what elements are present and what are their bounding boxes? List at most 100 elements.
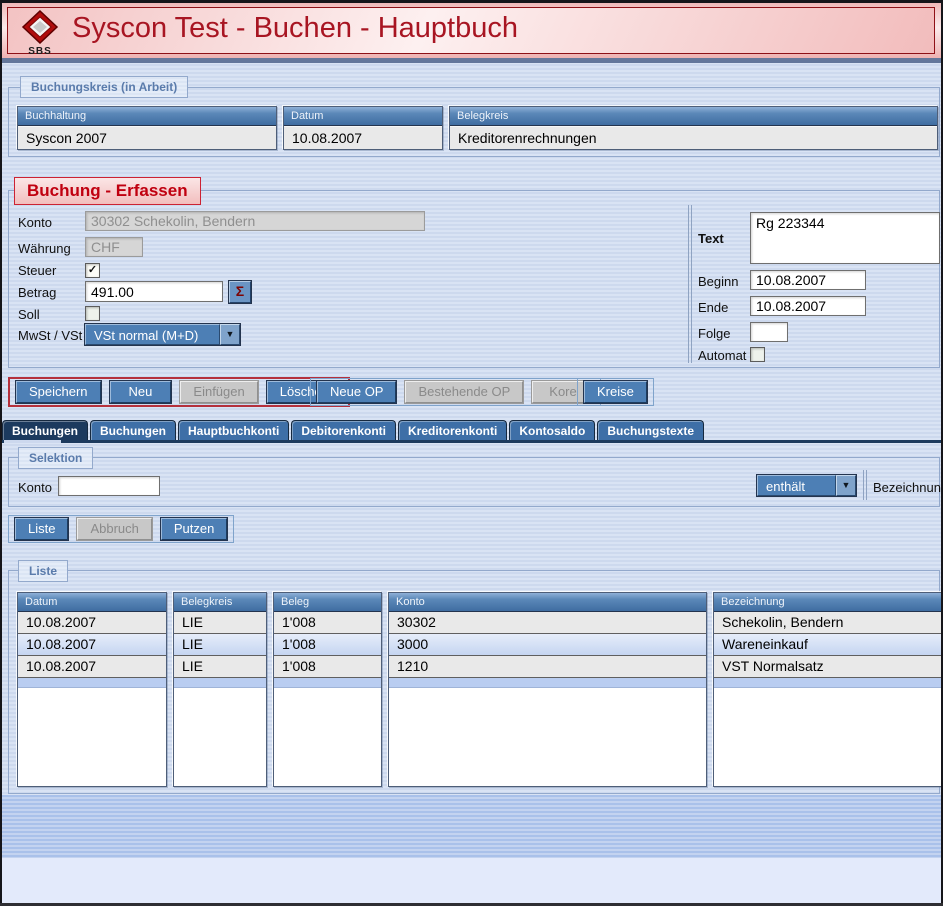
chevron-down-icon: ▼ — [226, 329, 235, 339]
mwst-dropdown-button[interactable]: ▼ — [220, 324, 240, 345]
bottom-striped-band — [0, 795, 943, 858]
table-row[interactable]: 10.08.2007 — [18, 656, 166, 678]
folge-label: Folge — [698, 326, 731, 341]
table-row-empty — [174, 678, 266, 688]
chevron-down-icon[interactable]: ▼ — [836, 475, 856, 496]
table-row[interactable]: 1'008 — [274, 634, 381, 656]
liste-konto-column: Konto 30302 3000 1210 — [388, 592, 707, 787]
neue-op-button[interactable]: Neue OP — [317, 381, 396, 403]
liste-datum-header[interactable]: Datum — [18, 593, 166, 612]
buchhaltung-column: Buchhaltung Syscon 2007 — [17, 106, 277, 150]
belegkreis-column: Belegkreis Kreditorenrechnungen — [449, 106, 938, 150]
automat-label: Automat — [698, 348, 746, 363]
buchhaltung-header: Buchhaltung — [18, 107, 276, 126]
waehrung-label: Währung — [18, 241, 71, 256]
table-row[interactable]: Wareneinkauf — [714, 634, 943, 656]
table-row[interactable]: LIE — [174, 612, 266, 634]
match-mode-dropdown[interactable]: enthält ▼ — [757, 475, 856, 496]
form-divider — [688, 205, 692, 363]
table-row-empty — [389, 678, 706, 688]
window-border-left — [0, 0, 2, 906]
table-row-empty — [18, 678, 166, 688]
tab-buchungen[interactable]: Buchungen — [90, 420, 176, 441]
konto-label: Konto — [18, 215, 52, 230]
application-window: SBS Syscon Test - Buchen - Hauptbuch Buc… — [0, 0, 943, 906]
text-label: Text — [698, 231, 724, 246]
list-actions-group: Liste Abbruch Putzen — [8, 515, 234, 543]
liste-button[interactable]: Liste — [15, 518, 68, 540]
sbs-logo-icon: SBS — [16, 10, 64, 54]
betrag-field[interactable] — [85, 281, 223, 302]
tab-bar: Buchungen Buchungen Hauptbuchkonti Debit… — [2, 420, 704, 441]
datum-header: Datum — [284, 107, 442, 126]
selektion-legend: Selektion — [18, 447, 93, 469]
tab-buchungstexte[interactable]: Buchungstexte — [597, 420, 704, 441]
liste-bezeichnung-column: Bezeichnung Schekolin, Bendern Wareneink… — [713, 592, 943, 787]
tab-underline — [0, 440, 943, 443]
table-row[interactable]: LIE — [174, 634, 266, 656]
table-row[interactable]: 1'008 — [274, 612, 381, 634]
table-row[interactable]: VST Normalsatz — [714, 656, 943, 678]
liste-konto-header[interactable]: Konto — [389, 593, 706, 612]
mwst-dropdown[interactable]: VSt normal (M+D) ▼ — [85, 324, 240, 345]
tab-hauptbuchkonti[interactable]: Hauptbuchkonti — [178, 420, 289, 441]
ende-label: Ende — [698, 300, 728, 315]
page-title: Syscon Test - Buchen - Hauptbuch — [72, 12, 518, 45]
table-row[interactable]: 10.08.2007 — [18, 634, 166, 656]
table-row[interactable]: 3000 — [389, 634, 706, 656]
text-field[interactable]: Rg 223344 — [750, 212, 940, 264]
steuer-label: Steuer — [18, 263, 56, 278]
soll-checkbox[interactable] — [85, 306, 100, 321]
ende-field[interactable] — [750, 296, 866, 316]
betrag-label: Betrag — [18, 285, 56, 300]
sigma-icon: Σ — [236, 283, 244, 299]
abbruch-button[interactable]: Abbruch — [77, 518, 151, 540]
buchungskreis-legend: Buchungskreis (in Arbeit) — [20, 76, 188, 98]
table-row[interactable]: 1210 — [389, 656, 706, 678]
bezeichnung-label: Bezeichnung — [873, 480, 943, 495]
tab-debitorenkonti[interactable]: Debitorenkonti — [291, 420, 396, 441]
match-mode-value: enthält — [757, 475, 836, 496]
einfuegen-button[interactable]: Einfügen — [180, 381, 257, 403]
table-row[interactable]: 1'008 — [274, 656, 381, 678]
selektion-konto-field[interactable] — [58, 476, 160, 496]
table-row[interactable]: Schekolin, Bendern — [714, 612, 943, 634]
liste-legend: Liste — [18, 560, 68, 582]
bottom-footer-band — [0, 858, 943, 903]
automat-checkbox[interactable] — [750, 347, 765, 362]
table-row[interactable]: 30302 — [389, 612, 706, 634]
waehrung-field[interactable] — [85, 237, 143, 257]
belegkreis-header: Belegkreis — [450, 107, 937, 126]
tab-kontosaldo[interactable]: Kontosaldo — [509, 420, 595, 441]
bestehende-op-button[interactable]: Bestehende OP — [405, 381, 523, 403]
beginn-field[interactable] — [750, 270, 866, 290]
neu-button[interactable]: Neu — [110, 381, 172, 403]
liste-belegkreis-column: Belegkreis LIE LIE LIE — [173, 592, 267, 787]
sum-button[interactable]: Σ — [229, 281, 251, 303]
konto-field[interactable] — [85, 211, 425, 231]
speichern-button[interactable]: Speichern — [16, 381, 101, 403]
datum-value: 10.08.2007 — [284, 126, 442, 149]
liste-beleg-column: Beleg 1'008 1'008 1'008 — [273, 592, 382, 787]
liste-bezeichnung-header[interactable]: Bezeichnung — [714, 593, 943, 612]
putzen-button[interactable]: Putzen — [161, 518, 227, 540]
tab-buchungen-active[interactable]: Buchungen — [2, 420, 88, 441]
app-header-panel: SBS Syscon Test - Buchen - Hauptbuch — [7, 7, 935, 54]
folge-field[interactable] — [750, 322, 788, 342]
table-row[interactable]: 10.08.2007 — [18, 612, 166, 634]
tab-kreditorenkonti[interactable]: Kreditorenkonti — [398, 420, 507, 441]
record-actions-group: Speichern Neu Einfügen Löschen — [8, 377, 350, 407]
checkmark-icon: ✓ — [88, 264, 97, 276]
window-border-top — [0, 0, 943, 3]
liste-beleg-header[interactable]: Beleg — [274, 593, 381, 612]
buchhaltung-value: Syscon 2007 — [18, 126, 276, 149]
steuer-checkbox[interactable]: ✓ — [85, 263, 100, 278]
kreise-button[interactable]: Kreise — [584, 381, 647, 403]
soll-label: Soll — [18, 307, 40, 322]
logo-label: SBS — [16, 46, 64, 57]
beginn-label: Beginn — [698, 274, 738, 289]
erfassen-legend: Buchung - Erfassen — [14, 177, 201, 205]
table-row[interactable]: LIE — [174, 656, 266, 678]
header-divider — [0, 58, 943, 63]
liste-belegkreis-header[interactable]: Belegkreis — [174, 593, 266, 612]
